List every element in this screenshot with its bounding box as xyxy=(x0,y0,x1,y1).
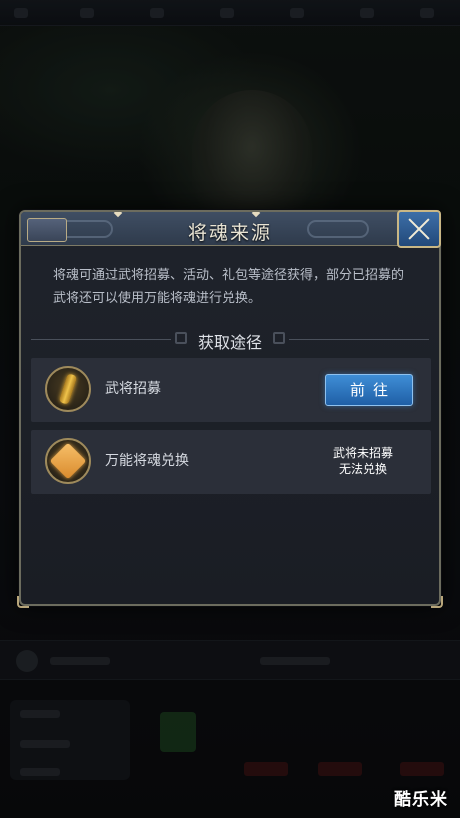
dialog-title: 将魂来源 xyxy=(187,222,272,244)
list-item-exchange: 万能将魂兑换 武将未招募 无法兑换 xyxy=(31,430,431,494)
frame-corner xyxy=(17,596,29,608)
soul-source-dialog: 将魂来源 将魂可通过武将招募、活动、礼包等途径获得，部分已招募的武将还可以使用万… xyxy=(17,210,443,608)
dialog-description: 将魂可通过武将招募、活动、礼包等途径获得，部分已招募的武将还可以使用万能将魂进行… xyxy=(53,268,405,306)
close-button[interactable] xyxy=(397,210,441,248)
close-icon xyxy=(407,217,431,241)
universal-soul-icon xyxy=(45,438,91,484)
dialog-title-bar: 将魂来源 xyxy=(21,212,439,246)
watermark: 酷乐米 xyxy=(394,790,448,810)
item-label: 武将招募 xyxy=(105,381,161,397)
frame-corner xyxy=(431,596,443,608)
item-label: 万能将魂兑换 xyxy=(105,453,189,469)
list-item-recruit: 武将招募 前往 xyxy=(31,358,431,422)
section-title: 获取途径 xyxy=(197,333,262,352)
go-button[interactable]: 前往 xyxy=(325,374,413,406)
status-line-1: 武将未招募 xyxy=(332,446,393,460)
section-header: 获取途径 xyxy=(31,328,429,352)
status-line-2: 无法兑换 xyxy=(338,462,387,476)
recruit-scroll-icon xyxy=(45,366,91,412)
exchange-status: 武将未招募 无法兑换 xyxy=(323,445,403,477)
